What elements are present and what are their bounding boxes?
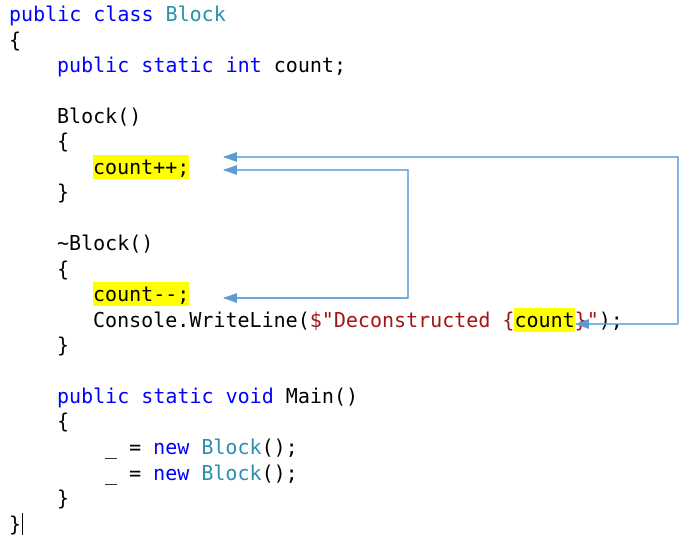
arrow-decrement-to-increment (223, 165, 409, 299)
arrow-writeline-to-increment (223, 152, 679, 324)
reference-arrows (223, 152, 679, 329)
